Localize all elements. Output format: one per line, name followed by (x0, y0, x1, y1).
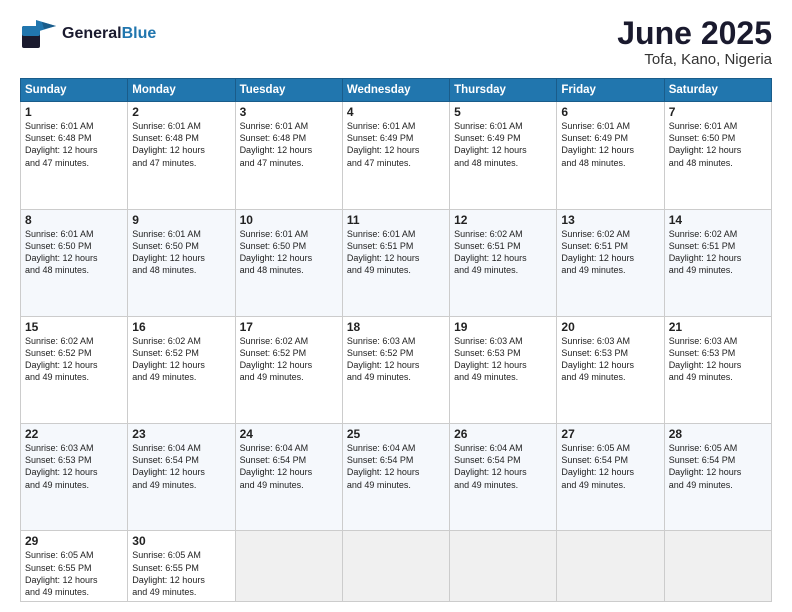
logo: GeneralBlue (20, 16, 156, 52)
table-row (557, 531, 664, 602)
table-row: 1 Sunrise: 6:01 AMSunset: 6:48 PMDayligh… (21, 102, 128, 209)
header-sunday: Sunday (21, 79, 128, 102)
table-row: 17 Sunrise: 6:02 AMSunset: 6:52 PMDaylig… (235, 316, 342, 423)
logo-icon (20, 16, 58, 52)
table-row: 6 Sunrise: 6:01 AMSunset: 6:49 PMDayligh… (557, 102, 664, 209)
table-row: 22 Sunrise: 6:03 AMSunset: 6:53 PMDaylig… (21, 424, 128, 531)
table-row: 24 Sunrise: 6:04 AMSunset: 6:54 PMDaylig… (235, 424, 342, 531)
table-row: 27 Sunrise: 6:05 AMSunset: 6:54 PMDaylig… (557, 424, 664, 531)
table-row: 19 Sunrise: 6:03 AMSunset: 6:53 PMDaylig… (450, 316, 557, 423)
table-row: 3 Sunrise: 6:01 AMSunset: 6:48 PMDayligh… (235, 102, 342, 209)
table-row: 11 Sunrise: 6:01 AMSunset: 6:51 PMDaylig… (342, 209, 449, 316)
header-wednesday: Wednesday (342, 79, 449, 102)
table-row: 20 Sunrise: 6:03 AMSunset: 6:53 PMDaylig… (557, 316, 664, 423)
table-row: 9 Sunrise: 6:01 AMSunset: 6:50 PMDayligh… (128, 209, 235, 316)
header-friday: Friday (557, 79, 664, 102)
calendar-table: Sunday Monday Tuesday Wednesday Thursday… (20, 78, 772, 602)
table-row: 7 Sunrise: 6:01 AMSunset: 6:50 PMDayligh… (664, 102, 771, 209)
table-row: 14 Sunrise: 6:02 AMSunset: 6:51 PMDaylig… (664, 209, 771, 316)
table-row (664, 531, 771, 602)
table-row: 2 Sunrise: 6:01 AMSunset: 6:48 PMDayligh… (128, 102, 235, 209)
table-row: 26 Sunrise: 6:04 AMSunset: 6:54 PMDaylig… (450, 424, 557, 531)
table-row (450, 531, 557, 602)
table-row: 4 Sunrise: 6:01 AMSunset: 6:49 PMDayligh… (342, 102, 449, 209)
table-row: 15 Sunrise: 6:02 AMSunset: 6:52 PMDaylig… (21, 316, 128, 423)
location-text: Tofa, Kano, Nigeria (617, 51, 772, 68)
table-row: 12 Sunrise: 6:02 AMSunset: 6:51 PMDaylig… (450, 209, 557, 316)
table-row: 18 Sunrise: 6:03 AMSunset: 6:52 PMDaylig… (342, 316, 449, 423)
header-saturday: Saturday (664, 79, 771, 102)
table-row: 21 Sunrise: 6:03 AMSunset: 6:53 PMDaylig… (664, 316, 771, 423)
header-tuesday: Tuesday (235, 79, 342, 102)
table-row: 28 Sunrise: 6:05 AMSunset: 6:54 PMDaylig… (664, 424, 771, 531)
table-row: 29 Sunrise: 6:05 AMSunset: 6:55 PMDaylig… (21, 531, 128, 602)
table-row: 30 Sunrise: 6:05 AMSunset: 6:55 PMDaylig… (128, 531, 235, 602)
table-row: 5 Sunrise: 6:01 AMSunset: 6:49 PMDayligh… (450, 102, 557, 209)
page-header: GeneralBlue June 2025 Tofa, Kano, Nigeri… (20, 16, 772, 68)
table-row: 16 Sunrise: 6:02 AMSunset: 6:52 PMDaylig… (128, 316, 235, 423)
table-row: 25 Sunrise: 6:04 AMSunset: 6:54 PMDaylig… (342, 424, 449, 531)
header-monday: Monday (128, 79, 235, 102)
header-thursday: Thursday (450, 79, 557, 102)
calendar-header-row: Sunday Monday Tuesday Wednesday Thursday… (21, 79, 772, 102)
table-row: 23 Sunrise: 6:04 AMSunset: 6:54 PMDaylig… (128, 424, 235, 531)
logo-blue-text: Blue (122, 25, 157, 42)
table-row: 13 Sunrise: 6:02 AMSunset: 6:51 PMDaylig… (557, 209, 664, 316)
table-row: 8 Sunrise: 6:01 AMSunset: 6:50 PMDayligh… (21, 209, 128, 316)
logo-general-text: General (62, 25, 122, 42)
table-row (342, 531, 449, 602)
table-row: 10 Sunrise: 6:01 AMSunset: 6:50 PMDaylig… (235, 209, 342, 316)
table-row (235, 531, 342, 602)
title-section: June 2025 Tofa, Kano, Nigeria (617, 16, 772, 68)
month-title: June 2025 (617, 16, 772, 51)
